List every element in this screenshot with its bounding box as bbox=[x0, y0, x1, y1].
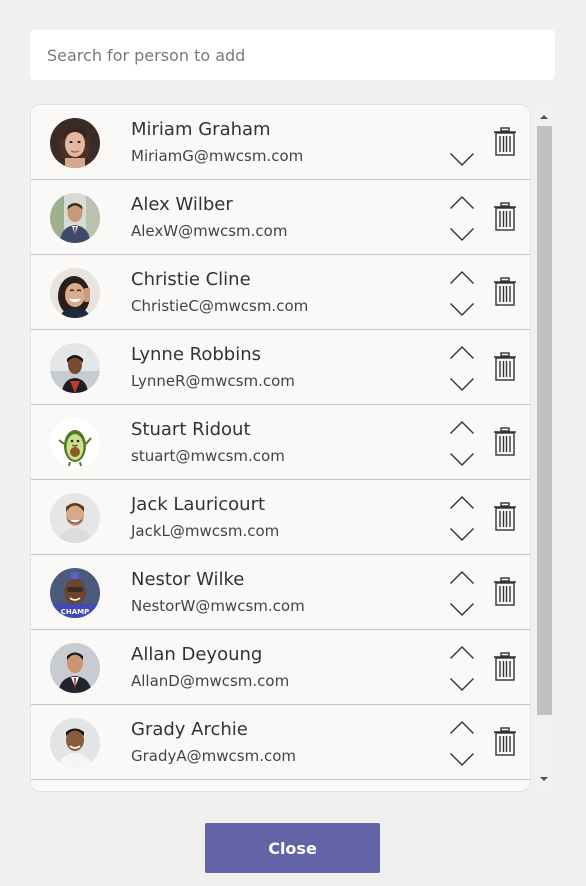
chevron-down-icon[interactable] bbox=[449, 377, 475, 393]
person-row: Allan Deyoung AllanD@mwcsm.com bbox=[31, 630, 530, 705]
chevron-down-icon[interactable] bbox=[449, 677, 475, 693]
person-row: Miriam Graham MiriamG@mwcsm.com bbox=[31, 105, 530, 180]
trash-icon[interactable] bbox=[493, 727, 517, 757]
avatar-badge-text: CHAMP bbox=[61, 608, 90, 616]
avatar bbox=[50, 493, 100, 543]
scrollbar-thumb[interactable] bbox=[537, 126, 552, 715]
chevron-up-icon[interactable] bbox=[449, 644, 475, 660]
person-row: Lynne Robbins LynneR@mwcsm.com bbox=[31, 330, 530, 405]
scroll-down-arrow-icon[interactable] bbox=[535, 770, 553, 788]
search-input[interactable] bbox=[45, 44, 555, 66]
person-email: AllanD@mwcsm.com bbox=[131, 672, 290, 690]
chevron-down-icon[interactable] bbox=[449, 452, 475, 468]
search-box[interactable] bbox=[30, 30, 555, 80]
person-email: ChristieC@mwcsm.com bbox=[131, 297, 309, 315]
person-name: Grady Archie bbox=[131, 719, 248, 740]
trash-icon[interactable] bbox=[493, 277, 517, 307]
people-list: Miriam Graham MiriamG@mwcsm.com Alex Wilb… bbox=[30, 104, 531, 792]
chevron-up-icon[interactable] bbox=[449, 269, 475, 285]
person-row: Christie Cline ChristieC@mwcsm.com bbox=[31, 255, 530, 330]
chevron-up-icon[interactable] bbox=[449, 344, 475, 360]
person-email: AlexW@mwcsm.com bbox=[131, 222, 288, 240]
chevron-down-icon[interactable] bbox=[449, 302, 475, 318]
person-name: Allan Deyoung bbox=[131, 644, 263, 665]
trash-icon[interactable] bbox=[493, 427, 517, 457]
person-row: CHAMP Nestor Wilke NestorW@mwcsm.com bbox=[31, 555, 530, 630]
avatar bbox=[50, 193, 100, 243]
close-button[interactable]: Close bbox=[205, 823, 380, 873]
avatar bbox=[50, 418, 100, 468]
person-email: GradyA@mwcsm.com bbox=[131, 747, 296, 765]
chevron-up-icon[interactable] bbox=[449, 719, 475, 735]
chevron-down-icon[interactable] bbox=[449, 227, 475, 243]
person-name: Christie Cline bbox=[131, 269, 251, 290]
person-email: MiriamG@mwcsm.com bbox=[131, 147, 304, 165]
avatar bbox=[50, 643, 100, 693]
person-name: Stuart Ridout bbox=[131, 419, 251, 440]
avatar bbox=[50, 718, 100, 768]
trash-icon[interactable] bbox=[493, 127, 517, 157]
trash-icon[interactable] bbox=[493, 652, 517, 682]
scrollbar[interactable] bbox=[535, 104, 553, 790]
chevron-down-icon[interactable] bbox=[449, 752, 475, 768]
avatar bbox=[50, 268, 100, 318]
chevron-up-icon[interactable] bbox=[449, 569, 475, 585]
chevron-up-icon[interactable] bbox=[449, 419, 475, 435]
chevron-up-icon[interactable] bbox=[449, 194, 475, 210]
person-name: Nestor Wilke bbox=[131, 569, 245, 590]
trash-icon[interactable] bbox=[493, 202, 517, 232]
trash-icon[interactable] bbox=[493, 502, 517, 532]
avatar bbox=[50, 118, 100, 168]
person-name: Jack Lauricourt bbox=[131, 494, 266, 515]
chevron-up-icon[interactable] bbox=[449, 494, 475, 510]
person-email: NestorW@mwcsm.com bbox=[131, 597, 305, 615]
person-name: Lynne Robbins bbox=[131, 344, 261, 365]
chevron-down-icon[interactable] bbox=[449, 152, 475, 168]
person-row: Grady Archie GradyA@mwcsm.com bbox=[31, 705, 530, 780]
trash-icon[interactable] bbox=[493, 352, 517, 382]
chevron-down-icon[interactable] bbox=[449, 602, 475, 618]
person-email: LynneR@mwcsm.com bbox=[131, 372, 295, 390]
person-row: Jack Lauricourt JackL@mwcsm.com bbox=[31, 480, 530, 555]
person-name: Miriam Graham bbox=[131, 119, 271, 140]
person-email: stuart@mwcsm.com bbox=[131, 447, 285, 465]
trash-icon[interactable] bbox=[493, 577, 517, 607]
person-row: Stuart Ridout stuart@mwcsm.com bbox=[31, 405, 530, 480]
chevron-down-icon[interactable] bbox=[449, 527, 475, 543]
person-name: Alex Wilber bbox=[131, 194, 233, 215]
person-row: Alex Wilber AlexW@mwcsm.com bbox=[31, 180, 530, 255]
avatar: CHAMP bbox=[50, 568, 100, 618]
person-email: JackL@mwcsm.com bbox=[131, 522, 280, 540]
scroll-up-arrow-icon[interactable] bbox=[535, 108, 553, 126]
avatar bbox=[50, 343, 100, 393]
